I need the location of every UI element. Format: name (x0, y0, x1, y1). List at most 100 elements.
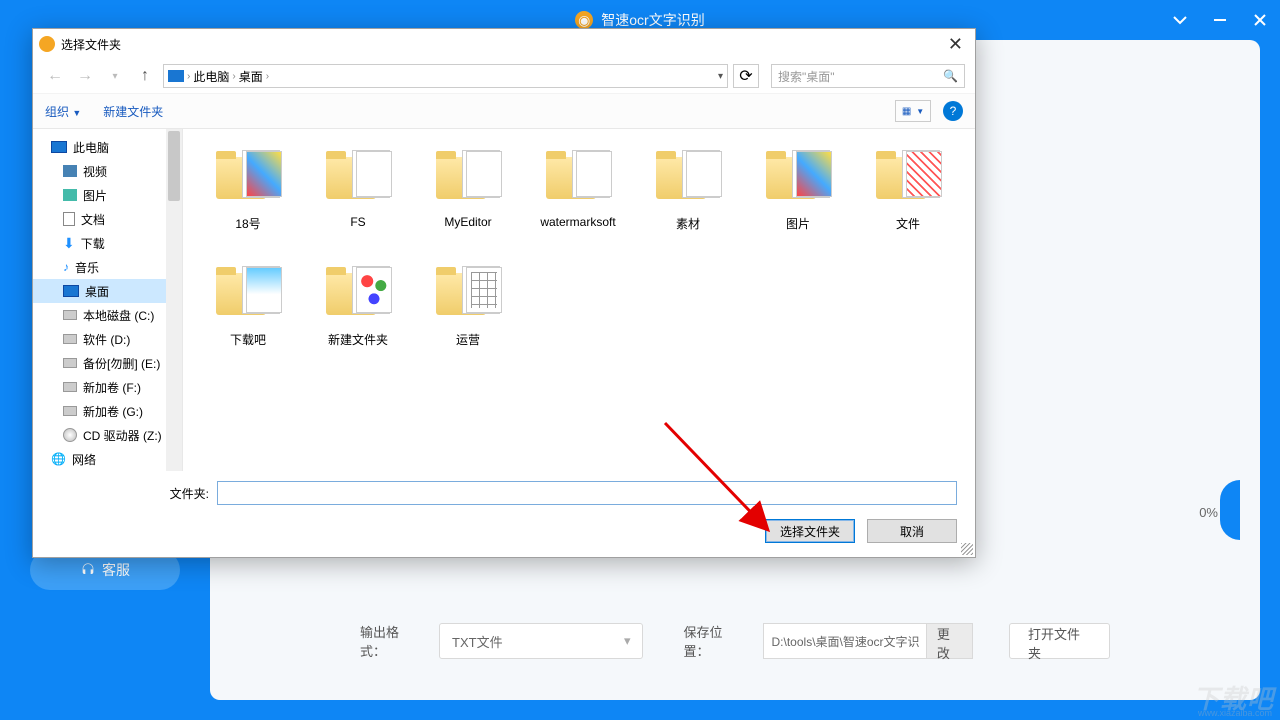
dialog-bottom: 文件夹: 选择文件夹 取消 (33, 471, 975, 557)
doc-icon (63, 212, 75, 226)
tree-item[interactable]: 桌面 (33, 279, 182, 303)
resize-grip[interactable] (961, 543, 973, 555)
folder-label: 图片 (786, 215, 810, 232)
monitor-icon (51, 141, 67, 153)
folder-label: FS (350, 215, 365, 229)
chevron-down-icon: ▼ (72, 108, 81, 118)
drive-icon (63, 406, 77, 416)
app-title: 智速ocr文字识别 (601, 10, 704, 30)
drive-icon (63, 310, 77, 320)
breadcrumb-loc[interactable]: 桌面 (239, 68, 263, 85)
nav-back-button[interactable]: ← (43, 64, 67, 88)
dl-icon: ⬇ (63, 236, 75, 250)
dialog-close-button[interactable]: ✕ (942, 34, 969, 55)
folder-item[interactable]: 图片 (743, 143, 853, 251)
collapse-button[interactable] (1160, 0, 1200, 40)
select-folder-button[interactable]: 选择文件夹 (765, 519, 855, 543)
folder-item[interactable]: 新建文件夹 (303, 259, 413, 367)
chevron-down-icon: ▼ (916, 107, 924, 116)
change-path-button[interactable]: 更改 (926, 623, 973, 659)
folder-icon (652, 149, 724, 209)
tree-item[interactable]: 🌐网络 (33, 447, 182, 471)
tree-item-label: 桌面 (85, 283, 109, 300)
folder-tree[interactable]: 此电脑视频图片文档⬇下载♪音乐桌面本地磁盘 (C:) 软件 (D:) 备份[勿删] … (33, 129, 183, 471)
view-mode-button[interactable]: ▦▼ (895, 100, 931, 122)
output-format-dropdown[interactable]: TXT文件 ▾ (439, 623, 643, 659)
drive-icon (63, 358, 77, 368)
chevron-right-icon: › (266, 71, 269, 82)
chevron-right-icon: › (232, 71, 235, 82)
nav-forward-button[interactable]: → (73, 64, 97, 88)
save-location-path[interactable]: D:\tools\桌面\智速ocr文字识 (763, 623, 927, 659)
tree-item[interactable]: 软件 (D:) (33, 327, 182, 351)
tree-item[interactable]: 本地磁盘 (C:) (33, 303, 182, 327)
search-input[interactable]: 搜索"桌面" 🔍 (771, 64, 965, 88)
folder-label: 素材 (676, 215, 700, 232)
open-folder-button[interactable]: 打开文件夹 (1009, 623, 1110, 659)
folder-item[interactable]: MyEditor (413, 143, 523, 251)
folder-grid[interactable]: 18号 FS MyEditor watermarksoft 素材 图片 文件下载吧新建文件夹… (183, 129, 975, 471)
nav-recent-dropdown[interactable]: ▾ (103, 64, 127, 88)
help-button[interactable]: ? (943, 101, 963, 121)
new-folder-button[interactable]: 新建文件夹 (103, 103, 163, 120)
save-location-label: 保存位置： (683, 622, 746, 660)
tree-item-label: 视频 (83, 163, 107, 180)
close-button[interactable] (1240, 0, 1280, 40)
folder-icon (322, 265, 394, 325)
folder-item[interactable]: watermarksoft (523, 143, 633, 251)
folder-item[interactable]: 下载吧 (193, 259, 303, 367)
pc-icon (168, 70, 184, 82)
search-placeholder: 搜索"桌面" (778, 68, 835, 85)
tree-item-label: 此电脑 (73, 139, 109, 156)
folder-item[interactable]: 18号 (193, 143, 303, 251)
tree-item[interactable]: 文档 (33, 207, 182, 231)
scrollbar-thumb[interactable] (168, 131, 180, 201)
tree-scrollbar[interactable] (166, 129, 182, 471)
folder-name-input[interactable] (217, 481, 957, 505)
folder-item[interactable]: 运营 (413, 259, 523, 367)
progress-label: 0% (1199, 505, 1218, 520)
folder-label: 18号 (235, 215, 260, 232)
tree-item[interactable]: 图片 (33, 183, 182, 207)
cancel-button[interactable]: 取消 (867, 519, 957, 543)
tree-item[interactable]: ♪音乐 (33, 255, 182, 279)
output-format-value: TXT文件 (452, 632, 503, 651)
tree-item[interactable]: 视频 (33, 159, 182, 183)
chevron-down-icon[interactable]: ▾ (718, 71, 723, 82)
breadcrumb-root[interactable]: 此电脑 (193, 68, 229, 85)
pic-icon (63, 189, 77, 201)
address-bar[interactable]: › 此电脑 › 桌面 › ▾ (163, 64, 728, 88)
customer-service-label: 客服 (102, 560, 130, 580)
tree-item-label: 图片 (83, 187, 107, 204)
tree-item[interactable]: 此电脑 (33, 135, 182, 159)
folder-label: MyEditor (444, 215, 491, 229)
chevron-down-icon: ▾ (624, 633, 631, 649)
folder-item[interactable]: 文件 (853, 143, 963, 251)
tree-item[interactable]: 新加卷 (F:) (33, 375, 182, 399)
tree-item[interactable]: 备份[勿删] (E:) (33, 351, 182, 375)
tree-item-label: 软件 (D:) (83, 331, 130, 348)
folder-label: watermarksoft (540, 215, 615, 229)
tree-item-label: 备份[勿删] (E:) (83, 355, 160, 372)
cd-icon (63, 428, 77, 442)
folder-picker-dialog: 选择文件夹 ✕ ← → ▾ ↑ › 此电脑 › 桌面 › ▾ ⟳ 搜索"桌面" … (32, 28, 976, 558)
drive-icon (63, 382, 77, 392)
folder-item[interactable]: FS (303, 143, 413, 251)
tree-item[interactable]: 新加卷 (G:) (33, 399, 182, 423)
dialog-title: 选择文件夹 (61, 36, 121, 53)
dialog-toolbar: 组织 ▼ 新建文件夹 ▦▼ ? (33, 93, 975, 129)
minimize-button[interactable] (1200, 0, 1240, 40)
folder-label: 运营 (456, 331, 480, 348)
refresh-button[interactable]: ⟳ (733, 64, 759, 88)
decorative-tab (1220, 480, 1240, 540)
watermark-url: www.xiazaiba.com (1198, 708, 1272, 718)
folder-icon (762, 149, 834, 209)
folder-label: 文件 (896, 215, 920, 232)
tree-item-label: 新加卷 (G:) (83, 403, 143, 420)
folder-item[interactable]: 素材 (633, 143, 743, 251)
nav-up-button[interactable]: ↑ (133, 64, 157, 88)
tree-item[interactable]: CD 驱动器 (Z:) (33, 423, 182, 447)
tree-item[interactable]: ⬇下载 (33, 231, 182, 255)
organize-menu[interactable]: 组织 ▼ (45, 103, 81, 120)
folder-icon (432, 265, 504, 325)
